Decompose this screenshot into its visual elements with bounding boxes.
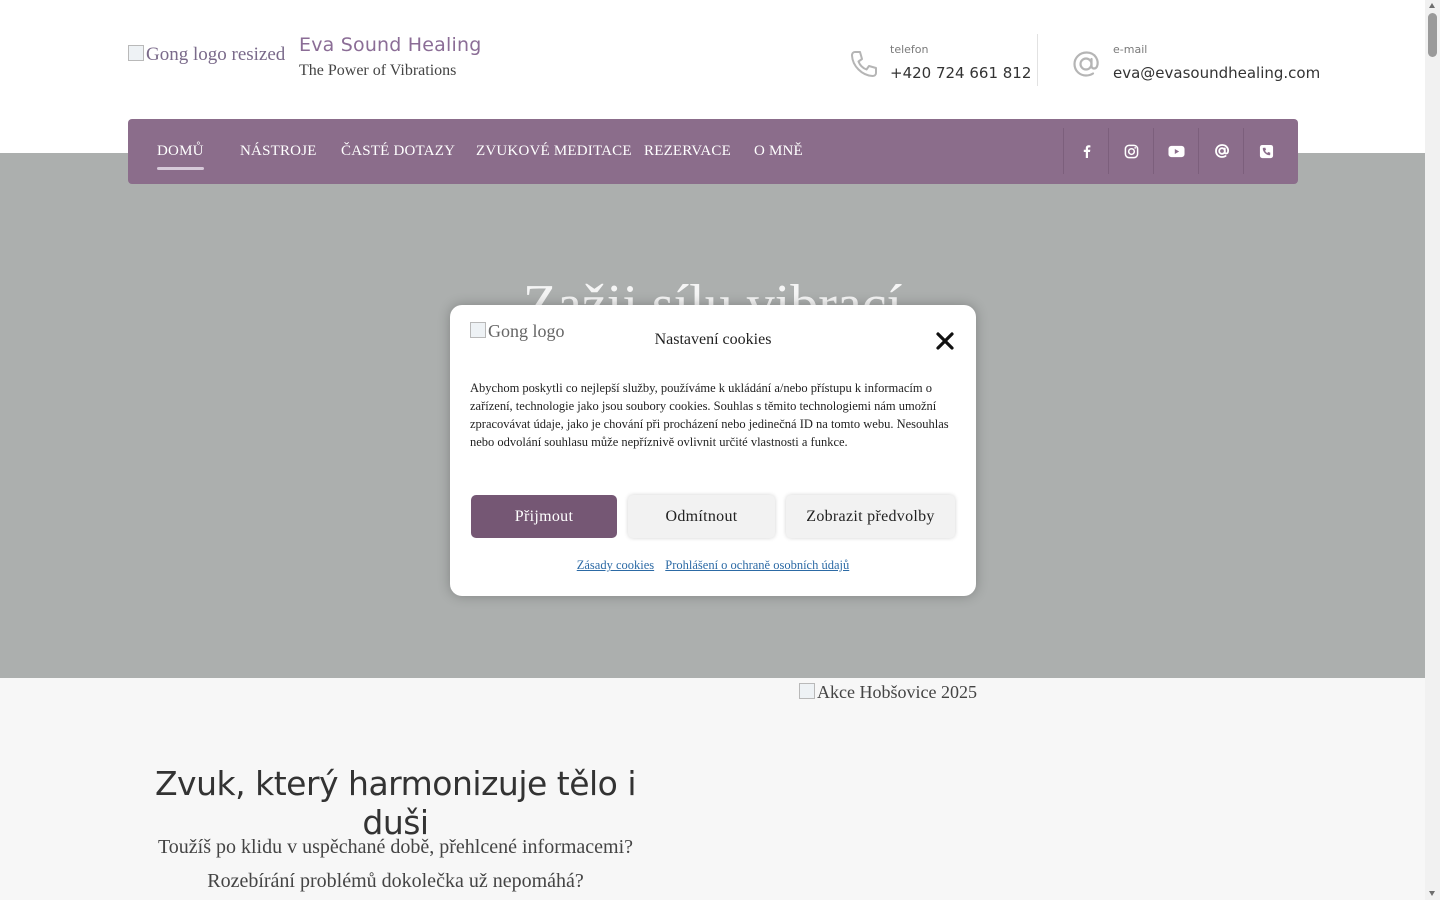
intro-section: Akce Hobšovice 2025 Zvuk, který harmoniz… [0, 678, 1425, 900]
privacy-policy-link[interactable]: Prohlášení o ochraně osobních údajů [665, 558, 849, 572]
site-tagline: The Power of Vibrations [299, 62, 457, 79]
intro-line-2: Rozebírání problémů dokolečka už nepomáh… [207, 870, 584, 892]
youtube-icon [1168, 145, 1185, 157]
social-phone[interactable] [1243, 128, 1289, 174]
at-sign-icon [1214, 144, 1229, 158]
close-icon[interactable] [934, 330, 956, 352]
cookie-dialog-title: Nastavení cookies [654, 331, 772, 348]
site-logo-alt: Gong logo resized [146, 44, 286, 65]
intro-text: Toužíš po klidu v uspěchané době, přehlc… [128, 830, 663, 898]
nav-item-home[interactable]: DOMŮ [157, 119, 204, 184]
event-image[interactable]: Akce Hobšovice 2025 [799, 682, 977, 703]
nav-item-reservation[interactable]: REZERVACE [644, 119, 731, 184]
broken-image-icon [799, 683, 815, 699]
nav-item-sound-meditations[interactable]: ZVUKOVÉ MEDITACE [476, 119, 632, 184]
accept-cookies-button[interactable]: Přijmout [471, 495, 617, 538]
phone-icon [851, 51, 877, 77]
deny-cookies-button[interactable]: Odmítnout [628, 495, 775, 538]
site-logo[interactable]: Gong logo resized [128, 44, 288, 76]
email-value[interactable]: eva@evasoundhealing.com [1113, 64, 1320, 82]
page-scrollbar[interactable] [1425, 0, 1440, 900]
at-sign-icon [1073, 51, 1099, 77]
contact-email[interactable]: e-mail eva@evasoundhealing.com [1070, 40, 1320, 88]
facebook-icon [1083, 145, 1090, 158]
scrollbar-thumb[interactable] [1428, 13, 1437, 57]
social-facebook[interactable] [1063, 128, 1109, 174]
cookie-dialog-links: Zásady cookies Prohlášení o ochraně osob… [450, 558, 976, 573]
social-youtube[interactable] [1153, 128, 1199, 174]
scroll-up-arrow-icon[interactable] [1429, 3, 1435, 8]
event-image-alt: Akce Hobšovice 2025 [817, 682, 977, 702]
scroll-down-arrow-icon[interactable] [1429, 891, 1435, 896]
cookie-consent-dialog: Gong logo Nastavení cookies Abychom posk… [450, 305, 976, 596]
phone-value[interactable]: +420 724 661 812 [890, 64, 1031, 82]
main-nav: DOMŮ NÁSTROJE ČASTÉ DOTAZY ZVUKOVÉ MEDIT… [128, 119, 1298, 184]
phone-square-icon [1259, 144, 1274, 158]
social-instagram[interactable] [1108, 128, 1154, 174]
intro-line-1: Toužíš po klidu v uspěchané době, přehlc… [157, 836, 634, 858]
site-title[interactable]: Eva Sound Healing [299, 34, 481, 56]
social-email[interactable] [1198, 128, 1244, 174]
contact-divider [1037, 34, 1038, 86]
nav-item-faq[interactable]: ČASTÉ DOTAZY [341, 119, 455, 184]
cookie-dialog-text: Abychom poskytli co nejlepší služby, pou… [470, 381, 949, 449]
broken-image-icon [128, 45, 144, 61]
nav-item-about[interactable]: O MNĚ [754, 119, 803, 184]
show-preferences-button[interactable]: Zobrazit předvolby [786, 495, 955, 538]
contact-phone[interactable]: telefon +420 724 661 812 [848, 40, 1031, 88]
cookie-policy-link[interactable]: Zásady cookies [577, 558, 654, 572]
instagram-icon [1124, 144, 1139, 158]
nav-item-tools[interactable]: NÁSTROJE [240, 119, 317, 184]
email-label: e-mail [1113, 43, 1148, 56]
phone-label: telefon [890, 43, 929, 56]
